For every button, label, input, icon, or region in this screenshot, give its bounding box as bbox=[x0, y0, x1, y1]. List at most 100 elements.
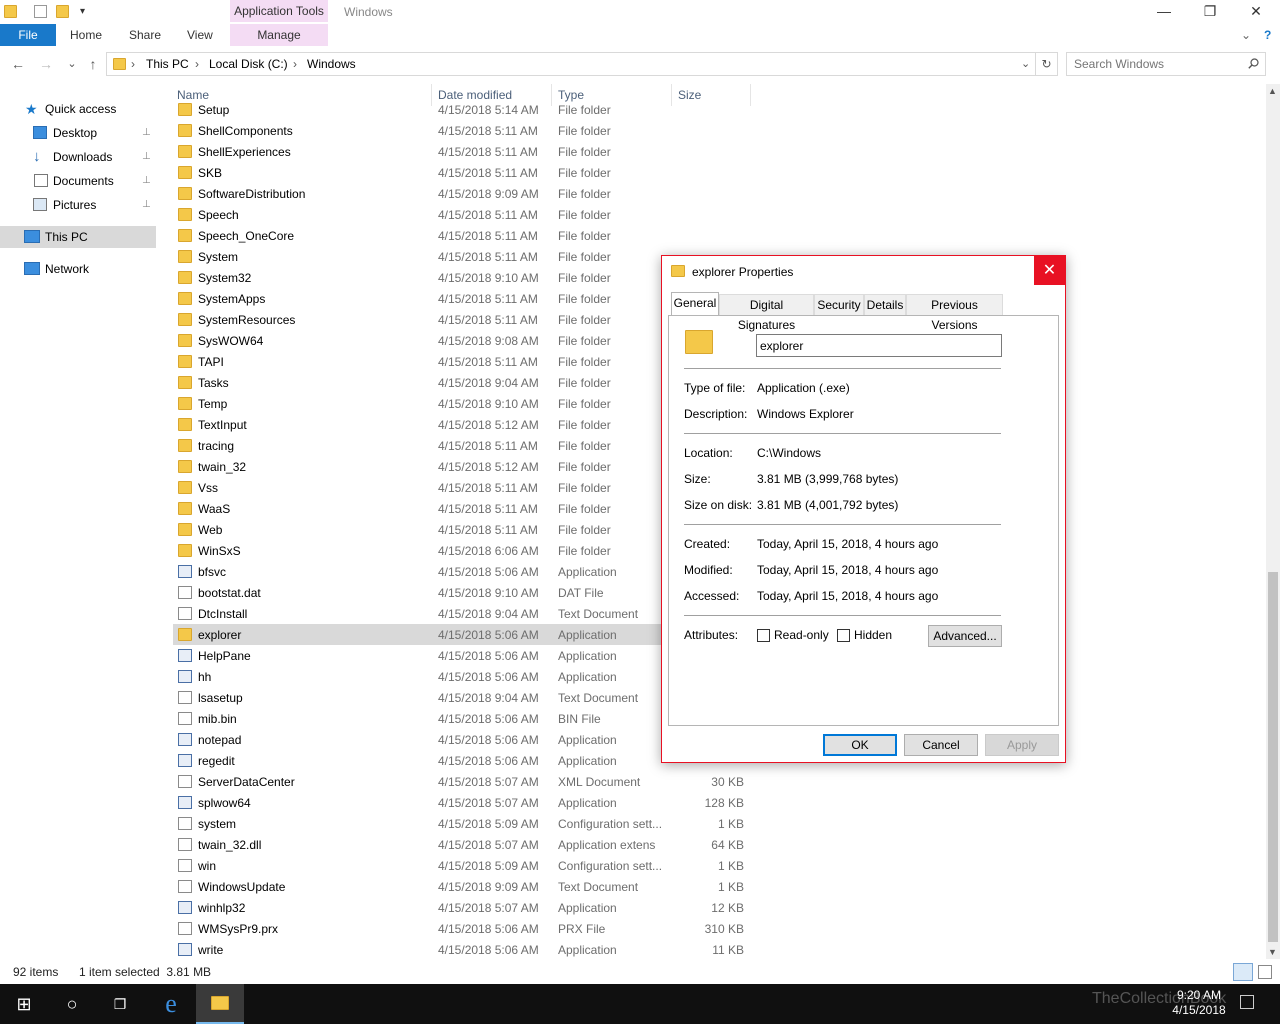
tab-share[interactable]: Share bbox=[129, 24, 161, 46]
properties-icon[interactable] bbox=[34, 5, 47, 18]
expand-ribbon-icon[interactable]: ⌄ bbox=[1241, 24, 1251, 46]
address-dropdown-icon[interactable]: ⌄ bbox=[1021, 57, 1030, 70]
new-folder-icon[interactable] bbox=[56, 5, 69, 18]
file-row[interactable]: twain_32 4/15/2018 5:12 AM File folder bbox=[173, 456, 663, 477]
file-name-field[interactable] bbox=[756, 334, 1002, 357]
tab-view[interactable]: View bbox=[187, 24, 213, 46]
breadcrumb-this-pc[interactable]: This PC bbox=[146, 57, 189, 71]
file-row[interactable]: hh 4/15/2018 5:06 AM Application bbox=[173, 666, 663, 687]
pin-icon[interactable]: ⊥ bbox=[142, 194, 151, 216]
hidden-checkbox[interactable] bbox=[837, 629, 850, 642]
help-icon[interactable]: ? bbox=[1264, 24, 1271, 46]
file-row[interactable]: System32 4/15/2018 9:10 AM File folder bbox=[173, 267, 663, 288]
column-size[interactable]: Size bbox=[678, 88, 701, 102]
file-row[interactable]: bootstat.dat 4/15/2018 9:10 AM DAT File bbox=[173, 582, 663, 603]
file-row[interactable]: SysWOW64 4/15/2018 9:08 AM File folder bbox=[173, 330, 663, 351]
tab-manage[interactable]: Manage bbox=[230, 24, 328, 46]
file-row[interactable]: Vss 4/15/2018 5:11 AM File folder bbox=[173, 477, 663, 498]
file-row[interactable]: Tasks 4/15/2018 9:04 AM File folder bbox=[173, 372, 663, 393]
file-row[interactable]: tracing 4/15/2018 5:11 AM File folder bbox=[173, 435, 663, 456]
scroll-thumb[interactable] bbox=[1268, 572, 1278, 942]
tab-digital-signatures[interactable]: Digital Signatures bbox=[719, 294, 814, 332]
file-row[interactable]: explorer 4/15/2018 5:06 AM Application bbox=[173, 624, 663, 645]
notifications-icon[interactable] bbox=[1240, 995, 1254, 1009]
nav-desktop[interactable]: Desktop ⊥ bbox=[0, 122, 156, 144]
recent-locations-button[interactable]: ⌄ bbox=[62, 54, 82, 74]
read-only-label[interactable]: Read-only bbox=[774, 628, 829, 642]
file-row[interactable]: WMSysPr9.prx 4/15/2018 5:06 AM PRX File 310… bbox=[173, 918, 744, 939]
customize-quick-access-icon[interactable]: ▾ bbox=[76, 5, 89, 18]
scroll-up-icon[interactable]: ▲ bbox=[1268, 86, 1277, 96]
file-row[interactable]: twain_32.dll 4/15/2018 5:07 AM Application… bbox=[173, 834, 744, 855]
file-row[interactable]: write 4/15/2018 5:06 AM Application 11 KB bbox=[173, 939, 744, 959]
start-icon[interactable]: ⊞ bbox=[0, 984, 48, 1024]
details-view-icon[interactable] bbox=[1233, 963, 1253, 981]
nav-quick-access[interactable]: ★ Quick access bbox=[0, 98, 156, 120]
nav-network[interactable]: Network bbox=[0, 258, 156, 280]
file-row[interactable]: regedit 4/15/2018 5:06 AM Application bbox=[173, 750, 663, 771]
tab-security[interactable]: Security bbox=[814, 294, 864, 316]
file-row[interactable]: Temp 4/15/2018 9:10 AM File folder bbox=[173, 393, 663, 414]
ok-button[interactable]: OK bbox=[823, 734, 897, 756]
file-row[interactable]: System 4/15/2018 5:11 AM File folder bbox=[173, 246, 663, 267]
forward-button[interactable]: → bbox=[36, 54, 56, 74]
file-row[interactable]: WindowsUpdate 4/15/2018 9:09 AM Text Docum… bbox=[173, 876, 744, 897]
tab-general[interactable]: General bbox=[671, 292, 719, 316]
file-row[interactable]: mib.bin 4/15/2018 5:06 AM BIN File bbox=[173, 708, 663, 729]
clock[interactable]: 9:20 AM 4/15/2018 bbox=[1164, 988, 1234, 1018]
vertical-scrollbar[interactable]: ▲ ▼ bbox=[1266, 84, 1280, 959]
file-row[interactable]: SoftwareDistribution 4/15/2018 9:09 AM Fil… bbox=[173, 183, 663, 204]
search-box[interactable] bbox=[1066, 52, 1266, 76]
file-tab[interactable]: File bbox=[0, 24, 56, 46]
back-button[interactable]: ← bbox=[8, 54, 28, 74]
apply-button[interactable]: Apply bbox=[985, 734, 1059, 756]
file-row[interactable]: ServerDataCenter 4/15/2018 5:07 AM XML Doc… bbox=[173, 771, 744, 792]
refresh-button[interactable]: ↻ bbox=[1036, 52, 1058, 76]
scroll-down-icon[interactable]: ▼ bbox=[1268, 947, 1277, 957]
file-row[interactable]: HelpPane 4/15/2018 5:06 AM Application bbox=[173, 645, 663, 666]
breadcrumb-windows[interactable]: Windows bbox=[307, 57, 356, 71]
file-row[interactable]: SystemResources 4/15/2018 5:11 AM File fol… bbox=[173, 309, 663, 330]
file-row[interactable]: Speech 4/15/2018 5:11 AM File folder bbox=[173, 204, 663, 225]
file-row[interactable]: TAPI 4/15/2018 5:11 AM File folder bbox=[173, 351, 663, 372]
tab-previous-versions[interactable]: Previous Versions bbox=[906, 294, 1003, 332]
file-row[interactable]: Setup 4/15/2018 5:14 AM File folder bbox=[173, 99, 663, 120]
file-row[interactable]: TextInput 4/15/2018 5:12 AM File folder bbox=[173, 414, 663, 435]
nav-this-pc[interactable]: This PC bbox=[0, 226, 156, 248]
file-row[interactable]: bfsvc 4/15/2018 5:06 AM Application bbox=[173, 561, 663, 582]
file-row[interactable]: WinSxS 4/15/2018 6:06 AM File folder bbox=[173, 540, 663, 561]
tab-home[interactable]: Home bbox=[70, 24, 102, 46]
large-icons-view-icon[interactable] bbox=[1258, 965, 1272, 979]
search-input[interactable] bbox=[1067, 53, 1237, 75]
address-bar[interactable]: › This PC › Local Disk (C:) › Windows ⌄ bbox=[106, 52, 1036, 76]
read-only-checkbox[interactable] bbox=[757, 629, 770, 642]
minimize-button[interactable]: — bbox=[1141, 0, 1187, 24]
pin-icon[interactable]: ⊥ bbox=[142, 146, 151, 168]
tab-details[interactable]: Details bbox=[864, 294, 906, 316]
file-row[interactable]: lsasetup 4/15/2018 9:04 AM Text Document bbox=[173, 687, 663, 708]
file-row[interactable]: ShellComponents 4/15/2018 5:11 AM File fol… bbox=[173, 120, 663, 141]
nav-documents[interactable]: Documents ⊥ bbox=[0, 170, 156, 192]
file-row[interactable]: winhlp32 4/15/2018 5:07 AM Application 12 K… bbox=[173, 897, 744, 918]
file-row[interactable]: splwow64 4/15/2018 5:07 AM Application 128 … bbox=[173, 792, 744, 813]
file-row[interactable]: SKB 4/15/2018 5:11 AM File folder bbox=[173, 162, 663, 183]
nav-pictures[interactable]: Pictures ⊥ bbox=[0, 194, 156, 216]
breadcrumb-local-disk[interactable]: Local Disk (C:) bbox=[209, 57, 288, 71]
close-button[interactable]: ✕ bbox=[1233, 0, 1279, 24]
column-divider[interactable] bbox=[671, 84, 672, 106]
file-row[interactable]: Web 4/15/2018 5:11 AM File folder bbox=[173, 519, 663, 540]
cancel-button[interactable]: Cancel bbox=[904, 734, 978, 756]
file-explorer-taskbar-icon[interactable] bbox=[196, 984, 244, 1024]
search-icon[interactable] bbox=[1248, 58, 1259, 69]
pin-icon[interactable]: ⊥ bbox=[142, 170, 151, 192]
column-divider[interactable] bbox=[750, 84, 751, 106]
file-row[interactable]: ShellExperiences 4/15/2018 5:11 AM File fo… bbox=[173, 141, 663, 162]
file-row[interactable]: SystemApps 4/15/2018 5:11 AM File folder bbox=[173, 288, 663, 309]
file-row[interactable]: win 4/15/2018 5:09 AM Configuration sett..… bbox=[173, 855, 744, 876]
file-row[interactable]: DtcInstall 4/15/2018 9:04 AM Text Document bbox=[173, 603, 663, 624]
file-row[interactable]: Speech_OneCore 4/15/2018 5:11 AM File fold… bbox=[173, 225, 663, 246]
file-row[interactable]: notepad 4/15/2018 5:06 AM Application bbox=[173, 729, 663, 750]
dialog-close-button[interactable]: ✕ bbox=[1034, 256, 1065, 285]
task-view-icon[interactable]: ❐ bbox=[96, 984, 144, 1024]
restore-button[interactable]: ❐ bbox=[1187, 0, 1233, 24]
